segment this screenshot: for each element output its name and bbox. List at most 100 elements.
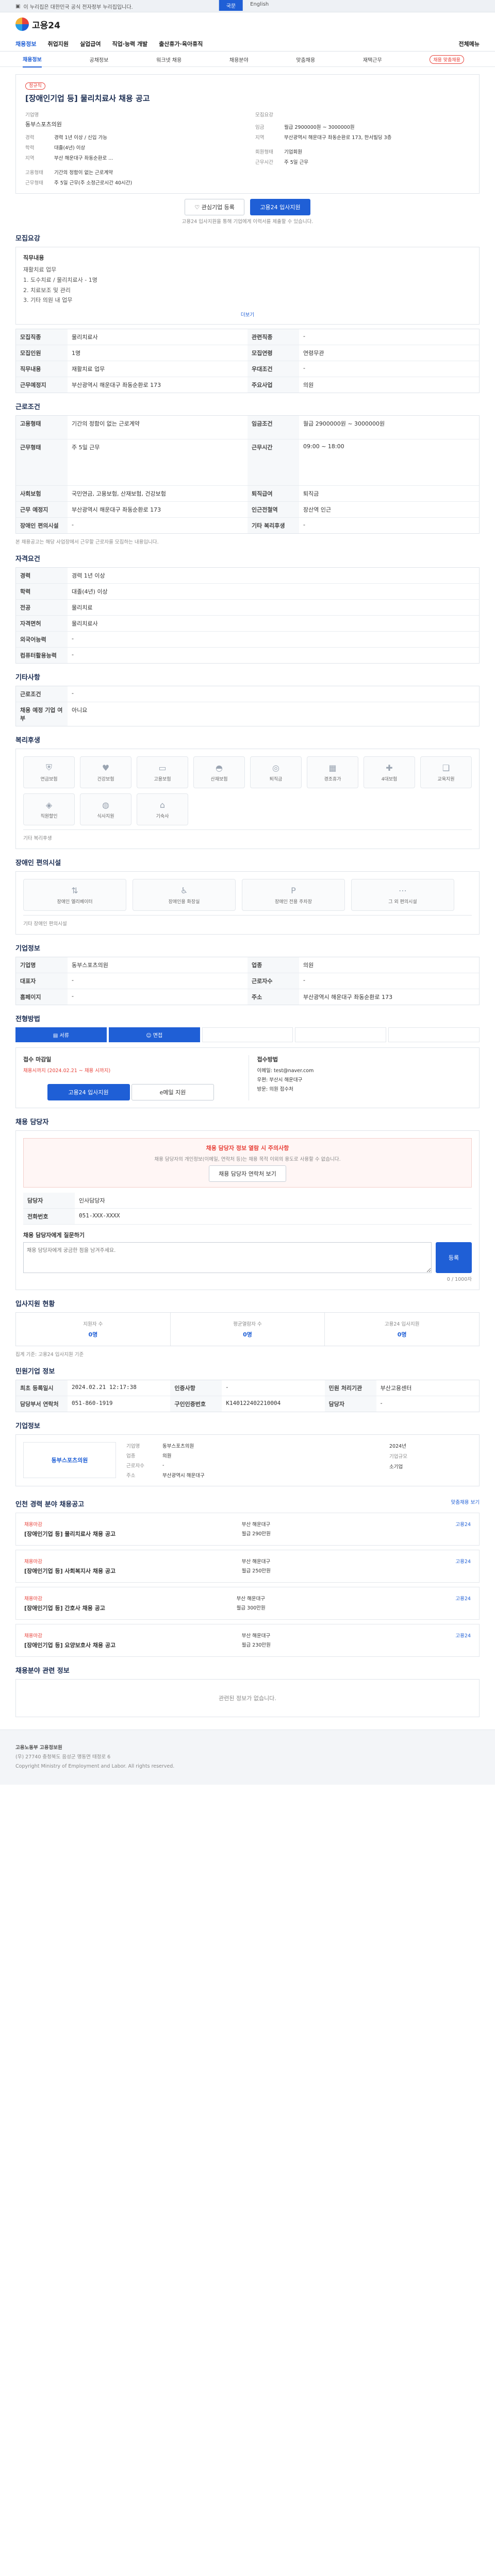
subtab-5[interactable]: 재택근무 [363,56,382,63]
question-textarea[interactable] [23,1242,432,1274]
cell-key: 모집직종 [16,329,68,345]
cell-key: 모집연령 [248,345,299,361]
process-apply-button[interactable]: 고용24 입사지원 [47,1084,130,1101]
subtab-1[interactable]: 공채정보 [90,56,109,63]
similar-item[interactable]: 채용마감 [장애인기업 등] 간호사 채용 공고 부산 해운대구 월급 300만원 … [15,1587,480,1620]
nav-item-2[interactable]: 실업급여 [80,40,101,48]
info-table: 최초 등록일시 2024.02.21 12:17:38 인증사항 - 민원 처리기관 부산… [15,1380,480,1413]
field-label: 회원형태 [255,149,273,155]
field-value: 대졸(4년) 이상 [54,145,86,151]
cell-key: 퇴직급여 [248,486,299,502]
cell-key: 근무형태 [16,439,68,486]
similar-item[interactable]: 채용마감 [장애인기업 등] 요양보호사 채용 공고 부산 해운대구 월급 230만… [15,1624,480,1657]
org-label: 주소 [126,1473,136,1479]
cell-key: 민원 처리기관 [324,1380,376,1396]
welfare-item: ▦ 경조휴가 [307,756,358,789]
cell-key: 모집인원 [16,345,68,361]
nav-item-0[interactable]: 채용정보 [15,40,36,48]
similar-item[interactable]: 채용마감 [장애인기업 등] 사회복지사 채용 공고 부산 해운대구 월급 250만… [15,1550,480,1583]
welfare-item: ♥ 건강보험 [80,756,131,789]
field-label: 고용형태 [25,170,43,176]
subtab-0[interactable]: 채용정보 [23,55,42,67]
apply-button[interactable]: 고용24 입사지원 [250,199,310,215]
step-label: 면접 [153,1033,163,1039]
briefcase-icon: ▭ [158,762,167,773]
more-button[interactable]: 더보기 [23,311,472,318]
logo-icon[interactable] [15,18,29,31]
item-title[interactable]: [장애인기업 등] 간호사 채용 공고 [24,1604,105,1612]
cell-value: 경력 1년 이상 [72,572,105,580]
subtab-2[interactable]: 워크넷 채용 [156,56,182,63]
cell-value: 월급 2900000원 ~ 3000000원 [303,420,385,428]
lang-en[interactable]: English [243,0,276,11]
cell-key: 최초 등록일시 [16,1380,68,1396]
facility-label: 장애인용 화장실 [168,899,200,905]
facility-item: P 장애인 전용 주차장 [242,879,345,911]
nav-item-1[interactable]: 취업지원 [47,40,68,48]
deadline-title: 접수 마감일 [23,1056,52,1063]
item-badge: 고용24 [455,1522,471,1528]
question-submit-button[interactable]: 등록 [436,1242,472,1274]
contact-card: 채용 담당자 정보 열람 시 주의사항 채용 담당자의 개인정보(이메일, 연락… [15,1130,480,1291]
cell-key: 홈페이지 [16,989,68,1005]
language-switch[interactable]: 국문 English [219,0,276,11]
item-tag: 채용마감 [24,1522,42,1528]
nav-item-3[interactable]: 직업·능력 개발 [112,40,147,48]
footer-org: 고용노동부 고용정보원 [15,1745,62,1751]
welfare-item: ❑ 교육지원 [420,756,472,789]
welfare-item: ⛨ 연금보험 [23,756,75,789]
cell-value: - [72,635,74,642]
cell-value: 기간의 정함이 없는 근로계약 [72,420,140,428]
cell-value: - [303,333,305,340]
similar-item[interactable]: 채용마감 [장애인기업 등] 물리치료사 채용 공고 부산 해운대구 월급 290만… [15,1513,480,1546]
stat-label: 고용24 입사지원 [384,1321,420,1328]
cell-value: 연령무관 [303,350,324,357]
similar-more-link[interactable]: 맞춤채용 보기 [451,1498,480,1505]
cell-key: 근로조건 [16,686,68,702]
cell-value: 주 5일 근무 [72,444,100,451]
step-4 [295,1027,387,1043]
item-title[interactable]: [장애인기업 등] 사회복지사 채용 공고 [24,1567,116,1575]
item-title[interactable]: [장애인기업 등] 요양보호사 채용 공고 [24,1641,116,1649]
company-name[interactable]: 동부스포츠의원 [25,120,240,128]
footer-address: (우) 27740 충청북도 음성군 맹동면 태정로 6 [15,1754,111,1760]
lang-ko[interactable]: 국문 [219,0,243,11]
item-loc: 부산 해운대구 [236,1596,266,1602]
field-value: 부산광역시 해운대구 좌동순환로 173, 한서빌딩 3층 [284,135,392,141]
site-logo[interactable]: 고용24 [32,18,60,31]
item-title[interactable]: [장애인기업 등] 물리치료사 채용 공고 [24,1530,116,1538]
cell-value: 인사담당자 [79,1197,105,1205]
welfare-label: 직원할인 [40,814,58,819]
cell-value: 부산광역시 해운대구 좌동순환로 173 [303,994,393,1001]
cell-key: 외국어능력 [16,632,68,648]
cell-key: 장애인 편의시설 [16,518,68,534]
item-pay: 월급 230만원 [241,1642,271,1649]
cell-key: 업종 [248,957,299,973]
interest-company-button[interactable]: ♡ 관심기업 등록 [185,199,244,215]
item-pay: 월급 290만원 [241,1531,271,1537]
disability-card: ⇅ 장애인 엘리베이터 ♿ 장애인용 화장실 P 장애인 전용 주차장 ⋯ 그 외 편의… [15,871,480,935]
stat-label: 평균열람자 수 [233,1321,262,1328]
cell-value: 09:00 ~ 18:00 [303,443,344,450]
section-title-stats: 입사지원 현황 [15,1300,55,1309]
welfare-label: 4대보험 [381,776,398,782]
reveal-contact-button[interactable]: 채용 담당자 연락처 보기 [209,1165,286,1182]
facility-label: 장애인 전용 주차장 [275,899,312,905]
nav-item-4[interactable]: 출산휴가·육아휴직 [159,40,203,48]
cell-key: 기업명 [16,957,68,973]
news-empty: 관련된 정보가 없습니다. [219,1695,276,1702]
subtab-3[interactable]: 채용분야 [229,56,249,63]
facility-label: 장애인 엘리베이터 [57,899,93,905]
step-2: ☺ 면접 [108,1027,200,1043]
facility-item: ♿ 장애인용 화장실 [133,879,236,911]
field-value: 주 5일 근무 [284,160,309,165]
elevator-icon: ⇅ [71,885,78,895]
recruit-table: 모집직종 물리치료사 관련직종 - 모집인원 1명 모집연령 연령무관 직무내용 재활치료 업… [15,329,480,394]
cell-key: 기타 복리후생 [248,518,299,534]
custom-badge[interactable]: 채용 맞춤채용 [430,55,464,64]
all-menu-button[interactable]: 전체메뉴 [459,40,480,48]
calendar-icon: ▦ [328,762,337,773]
cell-key: 구인인증번호 [170,1396,222,1412]
email-apply-button[interactable]: e메일 지원 [131,1084,214,1101]
subtab-4[interactable]: 맞춤채용 [296,56,315,63]
